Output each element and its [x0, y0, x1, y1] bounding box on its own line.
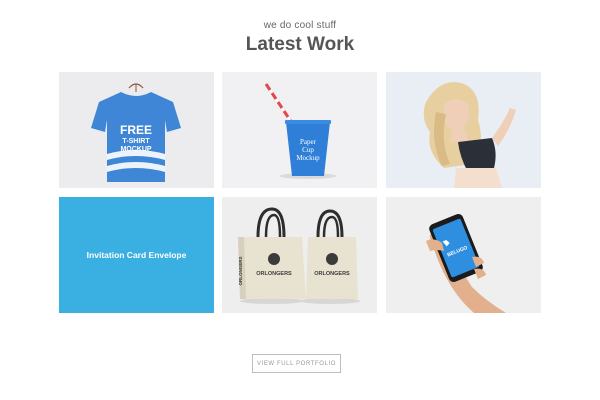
portfolio-item-invitation-card[interactable]: Invitation Card Envelope	[59, 197, 214, 313]
tshirt-line-1: FREE	[120, 123, 152, 137]
portfolio-item-paper-cup[interactable]: Paper Cup Mockup	[222, 72, 377, 188]
tote-right-brand: ORLONGERS	[314, 271, 350, 277]
portfolio-item-model-photo[interactable]	[386, 72, 541, 188]
tshirt-illustration: FREE T-SHIRT MOCKUP	[91, 83, 181, 182]
section-eyebrow: we do cool stuff	[263, 20, 337, 31]
tote-side-text: ORLONGERS	[238, 256, 243, 285]
tshirt-line-3: MOCKUP	[120, 146, 151, 153]
tote-bags-illustration: ORLONGERS ORLONGERS ORLONGERS	[238, 207, 360, 304]
tshirt-line-2: T-SHIRT	[122, 138, 150, 145]
model-photo-illustration	[386, 72, 541, 188]
portfolio-item-phone[interactable]: BELUGO	[386, 197, 541, 313]
view-full-portfolio-button[interactable]: VIEW FULL PORTFOLIO	[252, 354, 341, 373]
paper-cup-illustration: Paper Cup Mockup	[264, 83, 336, 179]
phone-illustration: BELUGO	[426, 214, 506, 313]
invitation-card-caption: Invitation Card Envelope	[86, 250, 187, 260]
cup-line-2: Cup	[302, 146, 314, 154]
cup-line-1: Paper	[300, 138, 317, 146]
portfolio-item-tshirt[interactable]: FREE T-SHIRT MOCKUP	[59, 72, 214, 188]
tote-left-brand: ORLONGERS	[256, 271, 292, 277]
portfolio-grid: FREE T-SHIRT MOCKUP Paper Cup Mockup Inv…	[59, 72, 541, 313]
section-header: we do cool stuff Latest Work	[0, 20, 600, 56]
portfolio-item-tote-bags[interactable]: ORLONGERS ORLONGERS ORLONGERS	[222, 197, 377, 313]
section-title: Latest Work	[245, 34, 355, 55]
cup-line-3: Mockup	[296, 154, 320, 162]
